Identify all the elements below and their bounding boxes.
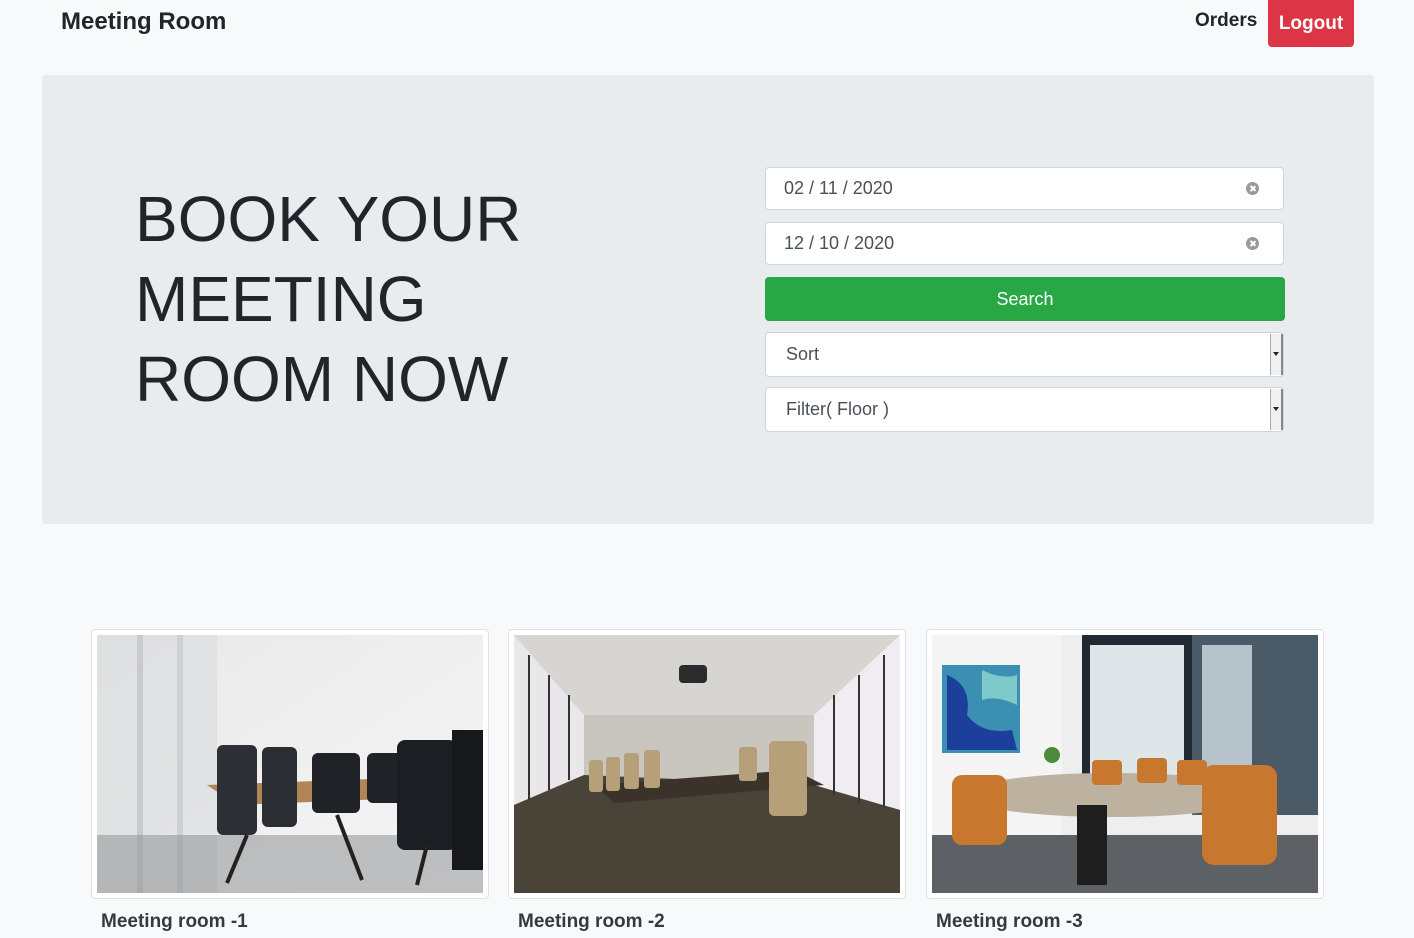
clear-icon[interactable] <box>1246 237 1259 250</box>
search-button[interactable]: Search <box>765 277 1285 321</box>
start-date-value: 02 / 11 / 2020 <box>784 178 893 198</box>
room-image[interactable] <box>932 635 1318 893</box>
start-date-input[interactable]: 02 / 11 / 2020 <box>765 167 1284 210</box>
end-date-input[interactable]: 12 / 10 / 2020 <box>765 222 1284 265</box>
sort-select[interactable]: Sort <box>765 332 1284 377</box>
room-name[interactable]: Meeting room -1 <box>101 911 248 933</box>
orders-link[interactable]: Orders <box>1195 10 1257 32</box>
filter-select-value: Filter( Floor ) <box>786 399 889 419</box>
room-card[interactable] <box>926 629 1324 899</box>
end-date-value: 12 / 10 / 2020 <box>784 233 895 253</box>
logout-button[interactable]: Logout <box>1268 0 1354 47</box>
room-card[interactable] <box>91 629 489 899</box>
room-name[interactable]: Meeting room -3 <box>936 911 1083 933</box>
sort-select-value: Sort <box>786 344 820 364</box>
brand-title[interactable]: Meeting Room <box>61 8 226 36</box>
room-name[interactable]: Meeting room -2 <box>518 911 665 933</box>
filter-floor-select[interactable]: Filter( Floor ) <box>765 387 1284 432</box>
navbar: Meeting Room Orders Logout <box>0 0 1414 47</box>
clear-icon[interactable] <box>1246 182 1259 195</box>
room-image[interactable] <box>97 635 483 893</box>
hero-title: BOOK YOUR MEETING ROOM NOW <box>135 183 522 415</box>
chevron-down-icon <box>1270 334 1283 375</box>
room-image[interactable] <box>514 635 900 893</box>
room-card[interactable] <box>508 629 906 899</box>
chevron-down-icon <box>1270 389 1283 430</box>
hero-jumbotron: BOOK YOUR MEETING ROOM NOW 02 / 11 / 202… <box>42 75 1374 524</box>
